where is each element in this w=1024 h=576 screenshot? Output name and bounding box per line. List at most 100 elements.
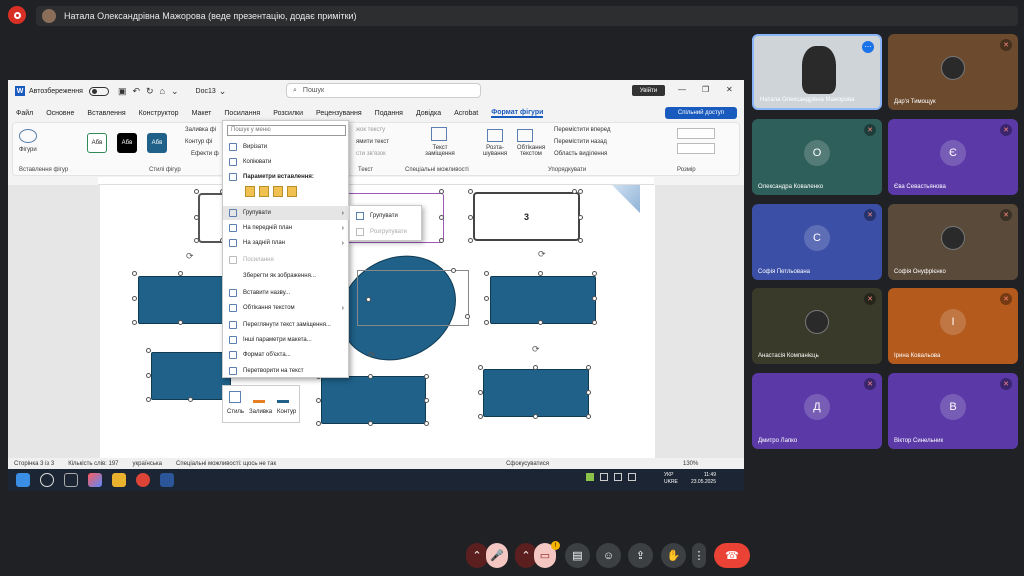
paste-text-only-icon[interactable] <box>287 186 297 197</box>
tab-2[interactable]: Вставлення <box>87 110 125 117</box>
resize-handle[interactable] <box>178 271 183 276</box>
focus-mode[interactable]: Сфокусуватися <box>506 461 549 467</box>
file-explorer-icon[interactable] <box>112 473 126 487</box>
shape-blue-rect-4[interactable] <box>321 376 426 424</box>
shape-outline-button[interactable]: Контур фі <box>185 139 212 145</box>
shape-blue-rect-2[interactable] <box>151 352 231 400</box>
text-direction-button[interactable]: ямити текст <box>356 139 389 145</box>
more-layout-item[interactable]: Інші параметри макета... <box>223 333 350 347</box>
copy-item[interactable]: Копіювати <box>223 155 350 169</box>
resize-handle[interactable] <box>439 238 444 243</box>
tab-0[interactable]: Файл <box>16 110 33 117</box>
resize-handle[interactable] <box>146 348 151 353</box>
bring-forward-button[interactable]: Перемістити вперед <box>554 127 610 133</box>
tray-app-icon[interactable] <box>628 473 636 481</box>
resize-handle[interactable] <box>194 189 199 194</box>
resize-handle[interactable] <box>533 365 538 370</box>
resize-handle[interactable] <box>316 398 321 403</box>
raise-hand-icon[interactable]: ✋ <box>661 543 686 568</box>
maximize-icon[interactable]: ❐ <box>702 85 709 94</box>
resize-handle[interactable] <box>468 238 473 243</box>
undo-icon[interactable]: ↶ <box>132 86 140 97</box>
resize-handle[interactable] <box>484 296 489 301</box>
resize-handle[interactable] <box>188 397 193 402</box>
rotate-handle-icon[interactable]: ⟳ <box>186 251 194 262</box>
resize-handle[interactable] <box>132 271 137 276</box>
convert-to-text-item[interactable]: Перетворити на текст <box>223 364 350 378</box>
tab-1[interactable]: Основне <box>46 110 74 117</box>
input-language[interactable]: УКР UKRE <box>664 472 678 486</box>
submenu-ungroup-item[interactable]: Розгрупувати <box>350 225 423 239</box>
shapes-icon[interactable] <box>19 129 37 143</box>
resize-handle[interactable] <box>366 297 371 302</box>
resize-handle[interactable] <box>316 421 321 426</box>
participant-tile[interactable]: ✕ Дар'я Тимощук <box>888 34 1018 110</box>
selection-pane-button[interactable]: Область виділення <box>554 151 607 157</box>
rotate-handle-icon[interactable]: ⟳ <box>538 249 546 260</box>
resize-handle[interactable] <box>578 215 583 220</box>
height-input[interactable] <box>677 128 715 139</box>
search-icon[interactable] <box>40 473 54 487</box>
fill-bucket-icon[interactable] <box>253 391 265 403</box>
resize-handle[interactable] <box>572 189 577 194</box>
tab-4[interactable]: Макет <box>192 110 212 117</box>
resize-handle[interactable] <box>578 238 583 243</box>
start-icon[interactable] <box>16 473 30 487</box>
shape-blue-rect-5[interactable] <box>483 369 589 417</box>
resize-handle[interactable] <box>424 398 429 403</box>
resize-handle[interactable] <box>132 320 137 325</box>
position-button[interactable]: Розта-шування <box>479 145 511 157</box>
present-screen-icon[interactable]: ⇪ <box>628 543 653 568</box>
participant-tile[interactable]: С ✕ Софія Петльована <box>752 204 882 280</box>
mic-options-chevron-icon[interactable]: ⌃ <box>466 543 488 568</box>
create-link-button[interactable]: сти зв'язок <box>356 151 386 157</box>
share-button[interactable]: Спільний доступ <box>665 107 737 119</box>
accessibility-status[interactable]: Спеціальні можливості: щось не так <box>176 461 276 467</box>
bring-front-item[interactable]: На передній план › <box>223 221 350 235</box>
resize-handle[interactable] <box>538 271 543 276</box>
resize-handle[interactable] <box>592 320 597 325</box>
width-input[interactable] <box>677 143 715 154</box>
resize-handle[interactable] <box>586 390 591 395</box>
rotate-handle-icon[interactable]: ⟳ <box>532 344 540 355</box>
tab-5[interactable]: Посилання <box>224 110 260 117</box>
resize-handle[interactable] <box>451 268 456 273</box>
recording-icon[interactable] <box>8 6 26 24</box>
resize-handle[interactable] <box>368 374 373 379</box>
resize-handle[interactable] <box>484 320 489 325</box>
captions-icon[interactable]: ▤ <box>565 543 590 568</box>
send-back-item[interactable]: На задній план › <box>223 236 350 250</box>
wrap-text-button[interactable]: Обтікання текстом <box>513 145 549 157</box>
save-as-picture-item[interactable]: Зберегти як зображення... <box>223 269 350 283</box>
more-options-icon[interactable]: ⋮ <box>692 543 706 568</box>
wrap-text-item[interactable]: Обтікання текстом › <box>223 301 350 315</box>
resize-handle[interactable] <box>578 189 583 194</box>
send-backward-button[interactable]: Перемістити назад <box>554 139 607 145</box>
resize-handle[interactable] <box>194 215 199 220</box>
mini-style-label[interactable]: Стиль <box>227 409 244 415</box>
save-icon[interactable]: ▣ <box>118 86 127 97</box>
cut-item[interactable]: Вирізати <box>223 140 350 154</box>
clock[interactable]: 11:49 23.05.2025 <box>684 472 716 486</box>
resize-handle[interactable] <box>178 320 183 325</box>
redo-icon[interactable]: ↻ <box>146 86 154 97</box>
participant-tile[interactable]: ✕ Софія Онуфрієнко <box>888 204 1018 280</box>
resize-handle[interactable] <box>592 296 597 301</box>
doc-chevron-icon[interactable]: ⌄ <box>219 86 227 97</box>
resize-handle[interactable] <box>533 414 538 419</box>
alt-text-button[interactable]: Текст заміщення <box>420 145 460 157</box>
word-taskbar-icon[interactable] <box>160 473 174 487</box>
tab-10[interactable]: Acrobat <box>454 110 478 117</box>
task-view-icon[interactable] <box>64 473 78 487</box>
context-search-input[interactable]: Пошук у меню <box>227 125 346 136</box>
resize-handle[interactable] <box>478 365 483 370</box>
shape-fill-button[interactable]: Заливка фі <box>185 127 216 133</box>
resize-handle[interactable] <box>468 215 473 220</box>
resize-handle[interactable] <box>468 189 473 194</box>
participant-tile[interactable]: Д ✕ Дмитро Лапко <box>752 373 882 449</box>
resize-handle[interactable] <box>478 390 483 395</box>
style-icon[interactable] <box>229 391 241 403</box>
participant-tile[interactable]: ✕ Анастасія Компанієць <box>752 288 882 364</box>
minimize-icon[interactable]: — <box>678 85 686 94</box>
participant-tile[interactable]: Є ✕ Єва Севастьянова <box>888 119 1018 195</box>
